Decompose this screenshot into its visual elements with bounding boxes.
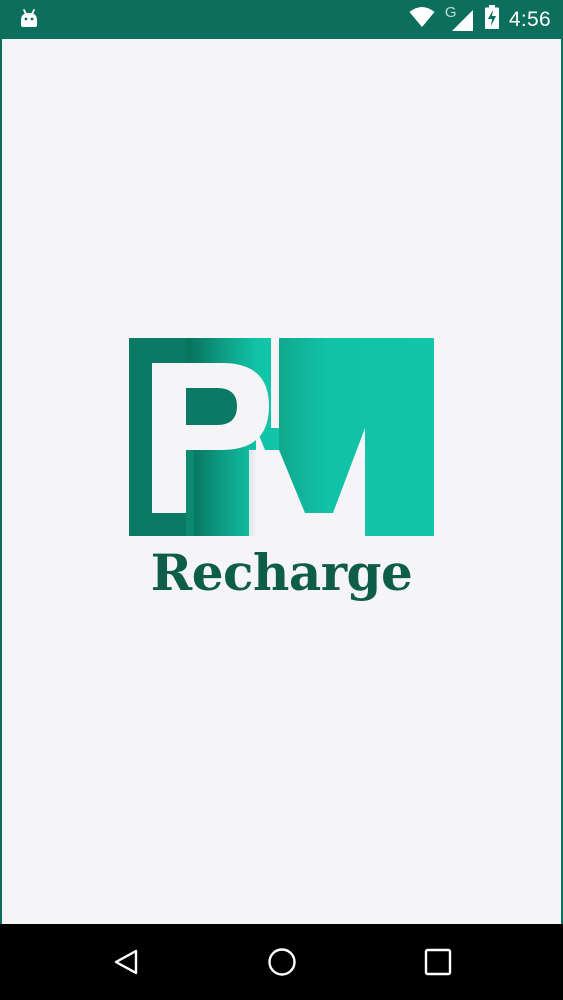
logo-wordmark: Recharge (150, 543, 413, 602)
status-clock: 4:56 (508, 7, 551, 31)
splash-screen: G 4:56 Recharge (0, 0, 563, 1000)
back-button[interactable] (108, 944, 144, 980)
home-button[interactable] (264, 944, 300, 980)
pm-logo-mark (129, 338, 434, 536)
back-icon (114, 949, 138, 975)
recents-icon (424, 948, 452, 976)
splash-content: Recharge (0, 39, 563, 924)
home-icon (268, 948, 296, 976)
status-bar: G 4:56 (0, 0, 563, 39)
signal-icon: G (445, 4, 475, 31)
battery-charging-icon (484, 5, 499, 34)
recents-button[interactable] (420, 944, 456, 980)
navigation-bar (0, 924, 563, 1000)
wifi-icon (409, 6, 435, 33)
android-icon (18, 8, 40, 30)
app-logo: Recharge (129, 338, 434, 603)
